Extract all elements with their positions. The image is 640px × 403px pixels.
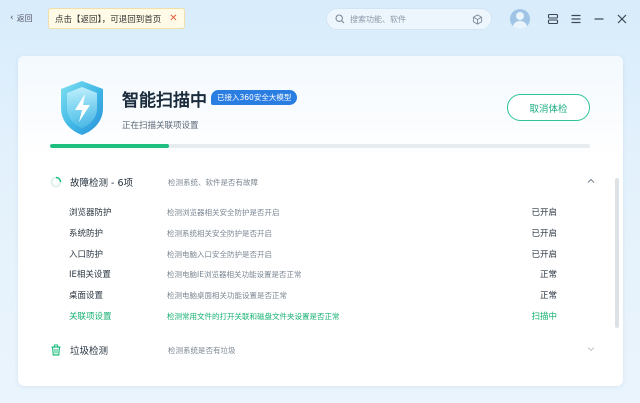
fault-item-name: 入口防护: [69, 249, 104, 260]
title-bar: ‹ 返回 点击【返回】，可退回到首页 ✕: [0, 0, 640, 40]
scan-progress-fill: [50, 144, 169, 148]
fault-item-row: 关联项设置 检测常用文件的打开关联和磁盘文件夹设置是否正常 扫描中: [18, 306, 623, 326]
fault-item-status: 正常: [539, 291, 557, 302]
loading-spinner-icon: [50, 176, 62, 188]
fault-item-name: IE相关设置: [69, 270, 111, 281]
tooltip-text: 点击【返回】，可退回到首页: [55, 14, 162, 25]
ai-model-badge: 已接入360安全大模型: [211, 90, 298, 105]
search-icon: [335, 14, 345, 24]
fault-item-row: 入口防护 检测电脑入口安全防护是否开启 已开启: [18, 244, 623, 264]
fault-item-status: 正常: [539, 270, 557, 281]
back-hint-tooltip: 点击【返回】，可退回到首页 ✕: [48, 8, 185, 29]
fault-item-row: 浏览器防护 检测浏览器相关安全防护是否开启 已开启: [18, 202, 623, 222]
fault-item-desc: 检测电脑IE浏览器相关功能设置是否正常: [167, 270, 302, 280]
fault-section-header[interactable]: 故障检测 - 6项 检测系统、软件是否有故障: [50, 174, 598, 190]
fault-item-status: 已开启: [531, 228, 557, 239]
back-label: 返回: [16, 14, 33, 23]
fault-section-title: 故障检测 - 6项: [70, 178, 134, 189]
search-box: [326, 8, 492, 30]
fault-item-desc: 检测系统相关安全防护是否开启: [167, 228, 272, 238]
chevron-down-icon[interactable]: [586, 344, 596, 354]
trash-icon: [51, 344, 61, 356]
fault-item-row: IE相关设置 检测电脑IE浏览器相关功能设置是否正常 正常: [18, 264, 623, 284]
fault-item-desc: 检测常用文件的打开关联和磁盘文件夹设置是否正常: [167, 312, 340, 321]
page-title: 智能扫描中: [122, 91, 207, 111]
fault-item-row: 桌面设置 检测电脑桌面相关功能设置是否正常 正常: [18, 285, 623, 305]
scan-hero: 智能扫描中 已接入360安全大模型 正在扫描关联项设置 取消体检: [18, 56, 623, 161]
junk-section-header[interactable]: 垃圾检测 检测系统是否有垃圾: [50, 342, 598, 358]
fault-item-name: 浏览器防护: [69, 208, 112, 218]
skin-icon[interactable]: [544, 10, 562, 28]
minimize-icon[interactable]: [590, 10, 608, 28]
junk-section-title: 垃圾检测: [70, 346, 109, 357]
fault-item-desc: 检测电脑入口安全防护是否开启: [167, 249, 272, 259]
back-button[interactable]: ‹ 返回: [10, 13, 33, 24]
fault-item-status: 扫描中: [531, 312, 557, 322]
cube-icon[interactable]: [472, 13, 483, 25]
fault-section-desc: 检测系统、软件是否有故障: [168, 177, 258, 187]
close-tooltip-icon[interactable]: ✕: [169, 13, 177, 24]
fault-item-row: 系统防护 检测系统相关安全防护是否开启 已开启: [18, 223, 623, 243]
fault-item-name: 关联项设置: [69, 312, 112, 322]
scan-status-text: 正在扫描关联项设置: [122, 121, 199, 131]
close-icon[interactable]: [613, 10, 631, 28]
chevron-left-icon: ‹: [10, 13, 14, 23]
fault-item-status: 已开启: [531, 208, 557, 218]
chevron-up-icon[interactable]: [586, 176, 596, 186]
menu-icon[interactable]: [567, 10, 585, 28]
fault-item-status: 已开启: [531, 249, 557, 260]
junk-section-desc: 检测系统是否有垃圾: [168, 345, 236, 355]
shield-lightning-icon: [61, 81, 103, 135]
scrollbar[interactable]: [615, 178, 619, 328]
scan-progress-bar: [50, 144, 590, 148]
fault-item-name: 桌面设置: [69, 291, 104, 302]
fault-item-desc: 检测浏览器相关安全防护是否开启: [167, 208, 280, 217]
cancel-scan-button[interactable]: 取消体检: [507, 94, 590, 121]
fault-item-name: 系统防护: [69, 228, 104, 239]
scan-card: 智能扫描中 已接入360安全大模型 正在扫描关联项设置 取消体检 故障检测 - …: [18, 56, 623, 386]
search-input[interactable]: [350, 14, 472, 24]
fault-item-desc: 检测电脑桌面相关功能设置是否正常: [167, 291, 287, 301]
avatar[interactable]: [510, 9, 530, 29]
